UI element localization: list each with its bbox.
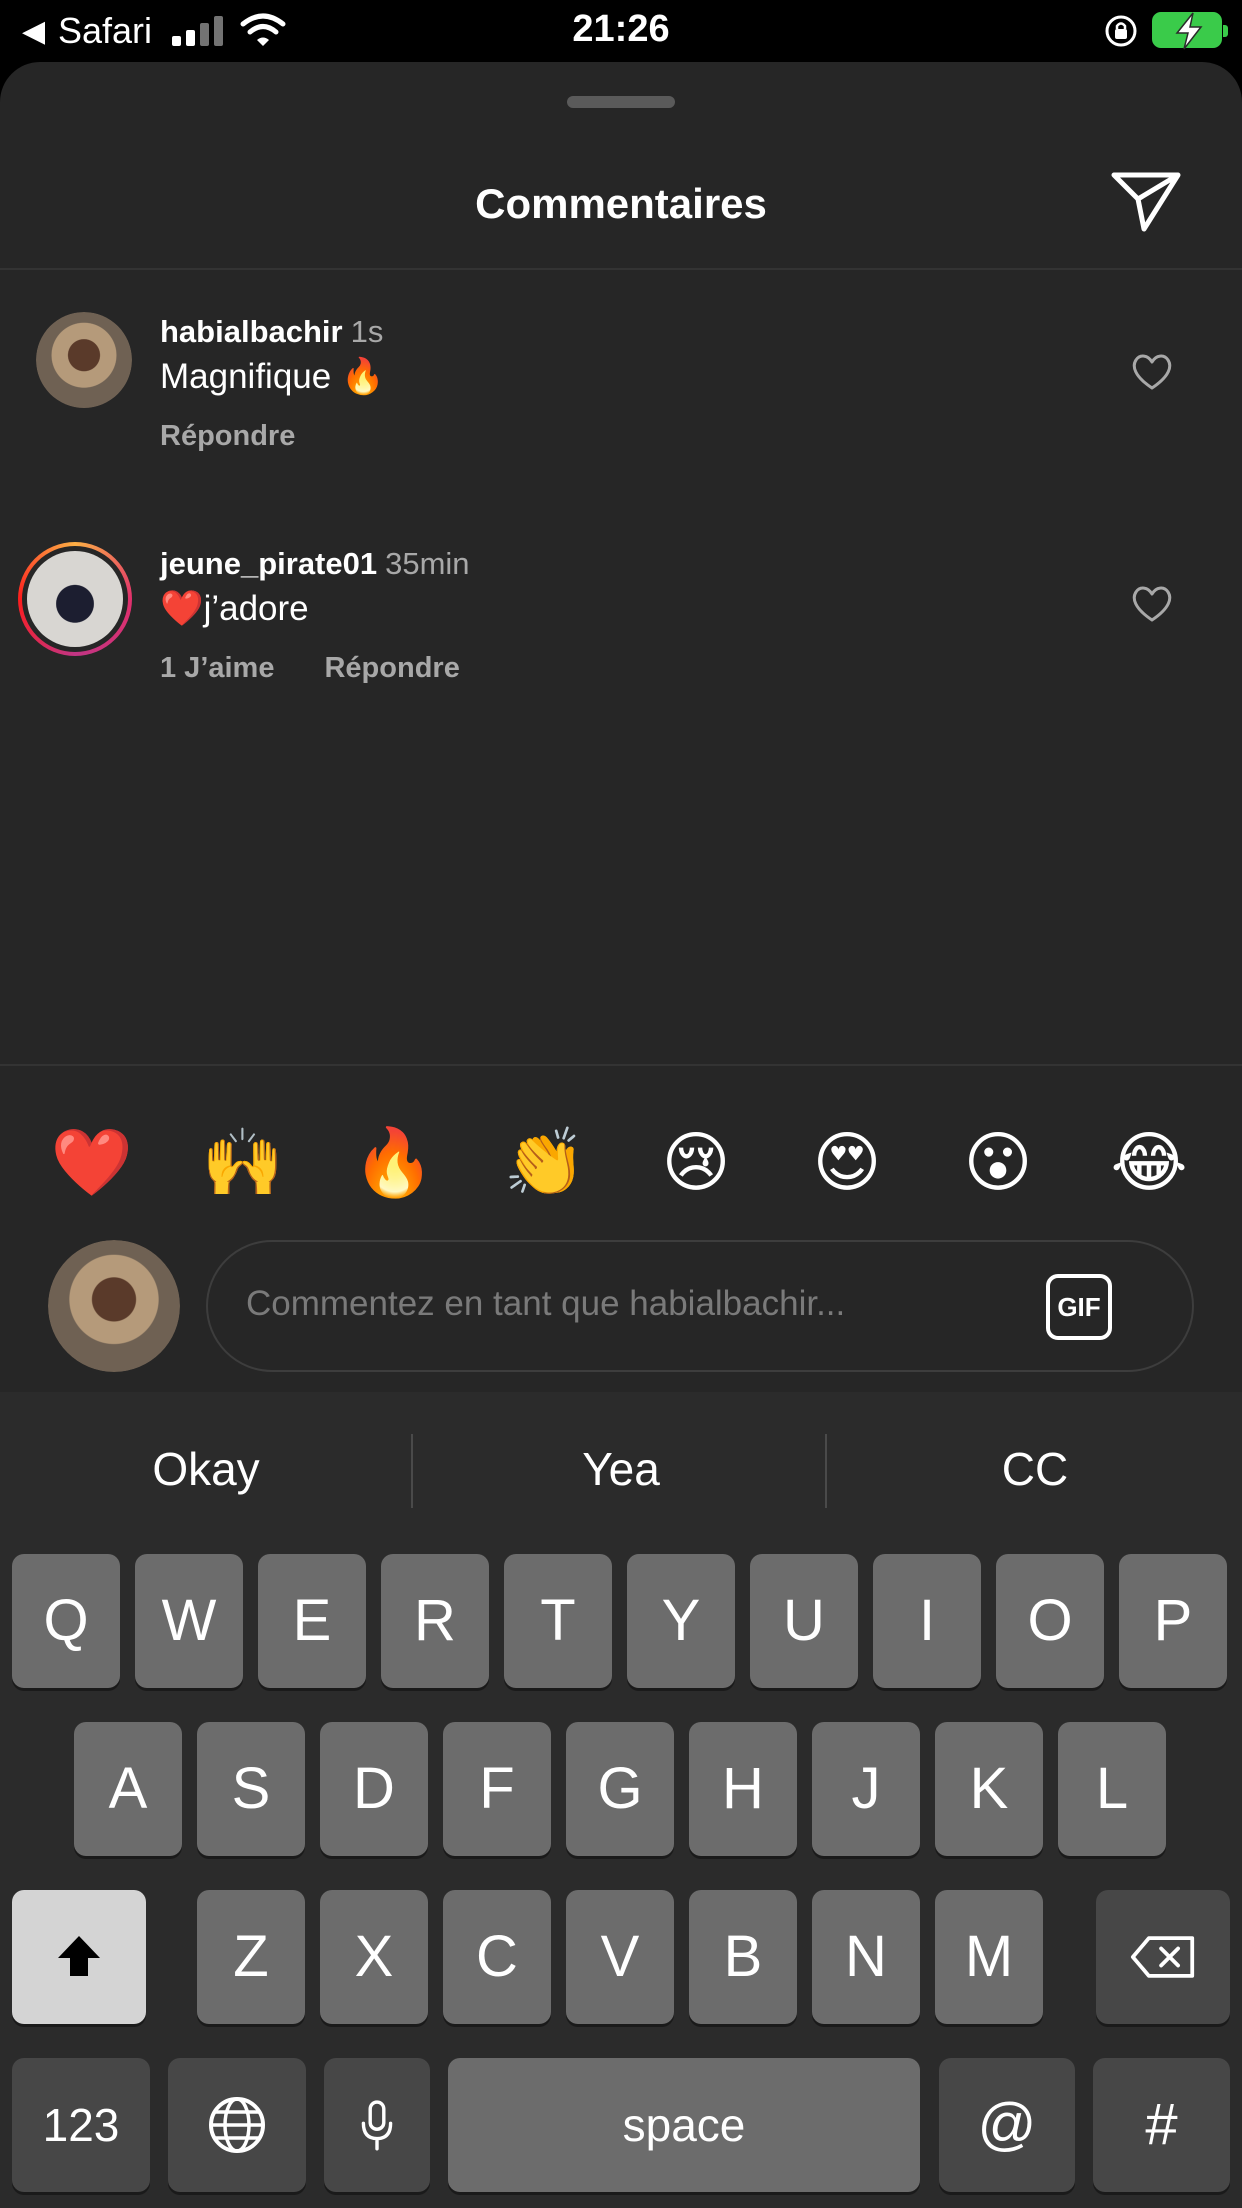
key-g[interactable]: G [566, 1722, 674, 1856]
comment-input-placeholder: Commentez en tant que habialbachir... [246, 1284, 846, 1323]
comment-actions: 1 J’aime Répondre [160, 652, 460, 685]
key-j[interactable]: J [812, 1722, 920, 1856]
avatar[interactable] [36, 312, 132, 408]
globe-icon [209, 2097, 265, 2153]
key-s[interactable]: S [197, 1722, 305, 1856]
suggestion-3[interactable]: CC [829, 1442, 1241, 1496]
comment-actions: Répondre [160, 420, 295, 453]
divider [825, 1434, 827, 1508]
suggestion-1[interactable]: Okay [0, 1442, 412, 1496]
emoji-heart[interactable]: ❤️ [42, 1112, 142, 1212]
microphone-key[interactable] [324, 2058, 430, 2192]
shift-arrow-icon [58, 1936, 100, 1976]
emoji-fire[interactable]: 🔥 [344, 1112, 444, 1212]
key-a[interactable]: A [74, 1722, 182, 1856]
comment-text: ❤️j’adore [160, 589, 309, 628]
comments-sheet: Commentaires habialbachir 1s Magnifique 🔥… [0, 62, 1242, 1392]
avatar-story-ring[interactable] [18, 542, 132, 656]
comment-input[interactable]: Commentez en tant que habialbachir... GI… [206, 1240, 1194, 1372]
emoji-raised-hands[interactable]: 🙌 [193, 1112, 293, 1212]
sheet-title: Commentaires [475, 180, 767, 227]
composer-avatar [48, 1240, 180, 1372]
orientation-lock-icon [1105, 15, 1137, 47]
space-key[interactable]: space [448, 2058, 920, 2192]
key-k[interactable]: K [935, 1722, 1043, 1856]
gif-button[interactable]: GIF [1046, 1274, 1112, 1340]
status-bar: ◀ Safari 21:26 [0, 0, 1242, 62]
avatar [27, 551, 123, 647]
key-w[interactable]: W [135, 1554, 243, 1688]
comment-item: jeune_pirate01 35min ❤️j’adore 1 J’aime Ré… [0, 542, 1242, 746]
divider [0, 268, 1242, 270]
key-r[interactable]: R [381, 1554, 489, 1688]
key-l[interactable]: L [1058, 1722, 1166, 1856]
at-key[interactable]: @ [939, 2058, 1075, 2192]
sheet-grabber[interactable] [567, 96, 675, 108]
paper-plane-icon[interactable] [1110, 169, 1182, 233]
key-u[interactable]: U [750, 1554, 858, 1688]
emoji-heart-eyes[interactable]: 😍 [797, 1112, 897, 1212]
emoji-crying[interactable]: 😢 [646, 1112, 746, 1212]
key-v[interactable]: V [566, 1890, 674, 2024]
key-y[interactable]: Y [627, 1554, 735, 1688]
key-h[interactable]: H [689, 1722, 797, 1856]
comment-username[interactable]: jeune_pirate01 [160, 546, 377, 581]
comment-text: Magnifique 🔥 [160, 357, 385, 396]
key-t[interactable]: T [504, 1554, 612, 1688]
hash-key[interactable]: # [1093, 2058, 1230, 2192]
keyboard: Okay Yea CC Q W E R T Y U I O P A S D F … [0, 1392, 1242, 2208]
reply-button[interactable]: Répondre [160, 420, 295, 452]
battery-icon [1152, 12, 1228, 50]
emoji-surprised[interactable]: 😮 [948, 1112, 1048, 1212]
key-q[interactable]: Q [12, 1554, 120, 1688]
emoji-clapping[interactable]: 👏 [495, 1112, 595, 1212]
suggestion-2[interactable]: Yea [415, 1442, 827, 1496]
microphone-icon [361, 2100, 393, 2151]
shift-key[interactable] [12, 1890, 146, 2024]
key-p[interactable]: P [1119, 1554, 1227, 1688]
likes-count[interactable]: 1 J’aime [160, 652, 274, 684]
key-m[interactable]: M [935, 1890, 1043, 2024]
comment-time: 1s [350, 314, 384, 349]
heart-icon[interactable] [1130, 584, 1174, 624]
comment-time: 35min [385, 546, 470, 581]
key-c[interactable]: C [443, 1890, 551, 2024]
key-o[interactable]: O [996, 1554, 1104, 1688]
backspace-key[interactable] [1096, 1890, 1230, 2024]
key-x[interactable]: X [320, 1890, 428, 2024]
comment-item: habialbachir 1s Magnifique 🔥 Répondre [0, 312, 1242, 514]
key-b[interactable]: B [689, 1890, 797, 2024]
globe-key[interactable] [168, 2058, 306, 2192]
emoji-quick-bar: ❤️ 🙌 🔥 👏 😢 😍 😮 😂 [0, 1112, 1242, 1212]
key-d[interactable]: D [320, 1722, 428, 1856]
key-n[interactable]: N [812, 1890, 920, 2024]
numbers-key[interactable]: 123 [12, 2058, 150, 2192]
key-i[interactable]: I [873, 1554, 981, 1688]
heart-icon[interactable] [1130, 352, 1174, 392]
charging-bolt-icon [1175, 12, 1203, 50]
clock: 21:26 [572, 8, 670, 50]
key-e[interactable]: E [258, 1554, 366, 1688]
divider [411, 1434, 413, 1508]
emoji-laughing[interactable]: 😂 [1099, 1112, 1199, 1212]
divider [0, 1064, 1242, 1066]
comment-username[interactable]: habialbachir [160, 314, 343, 349]
key-f[interactable]: F [443, 1722, 551, 1856]
reply-button[interactable]: Répondre [324, 652, 459, 684]
key-z[interactable]: Z [197, 1890, 305, 2024]
backspace-icon [1130, 1936, 1195, 1978]
